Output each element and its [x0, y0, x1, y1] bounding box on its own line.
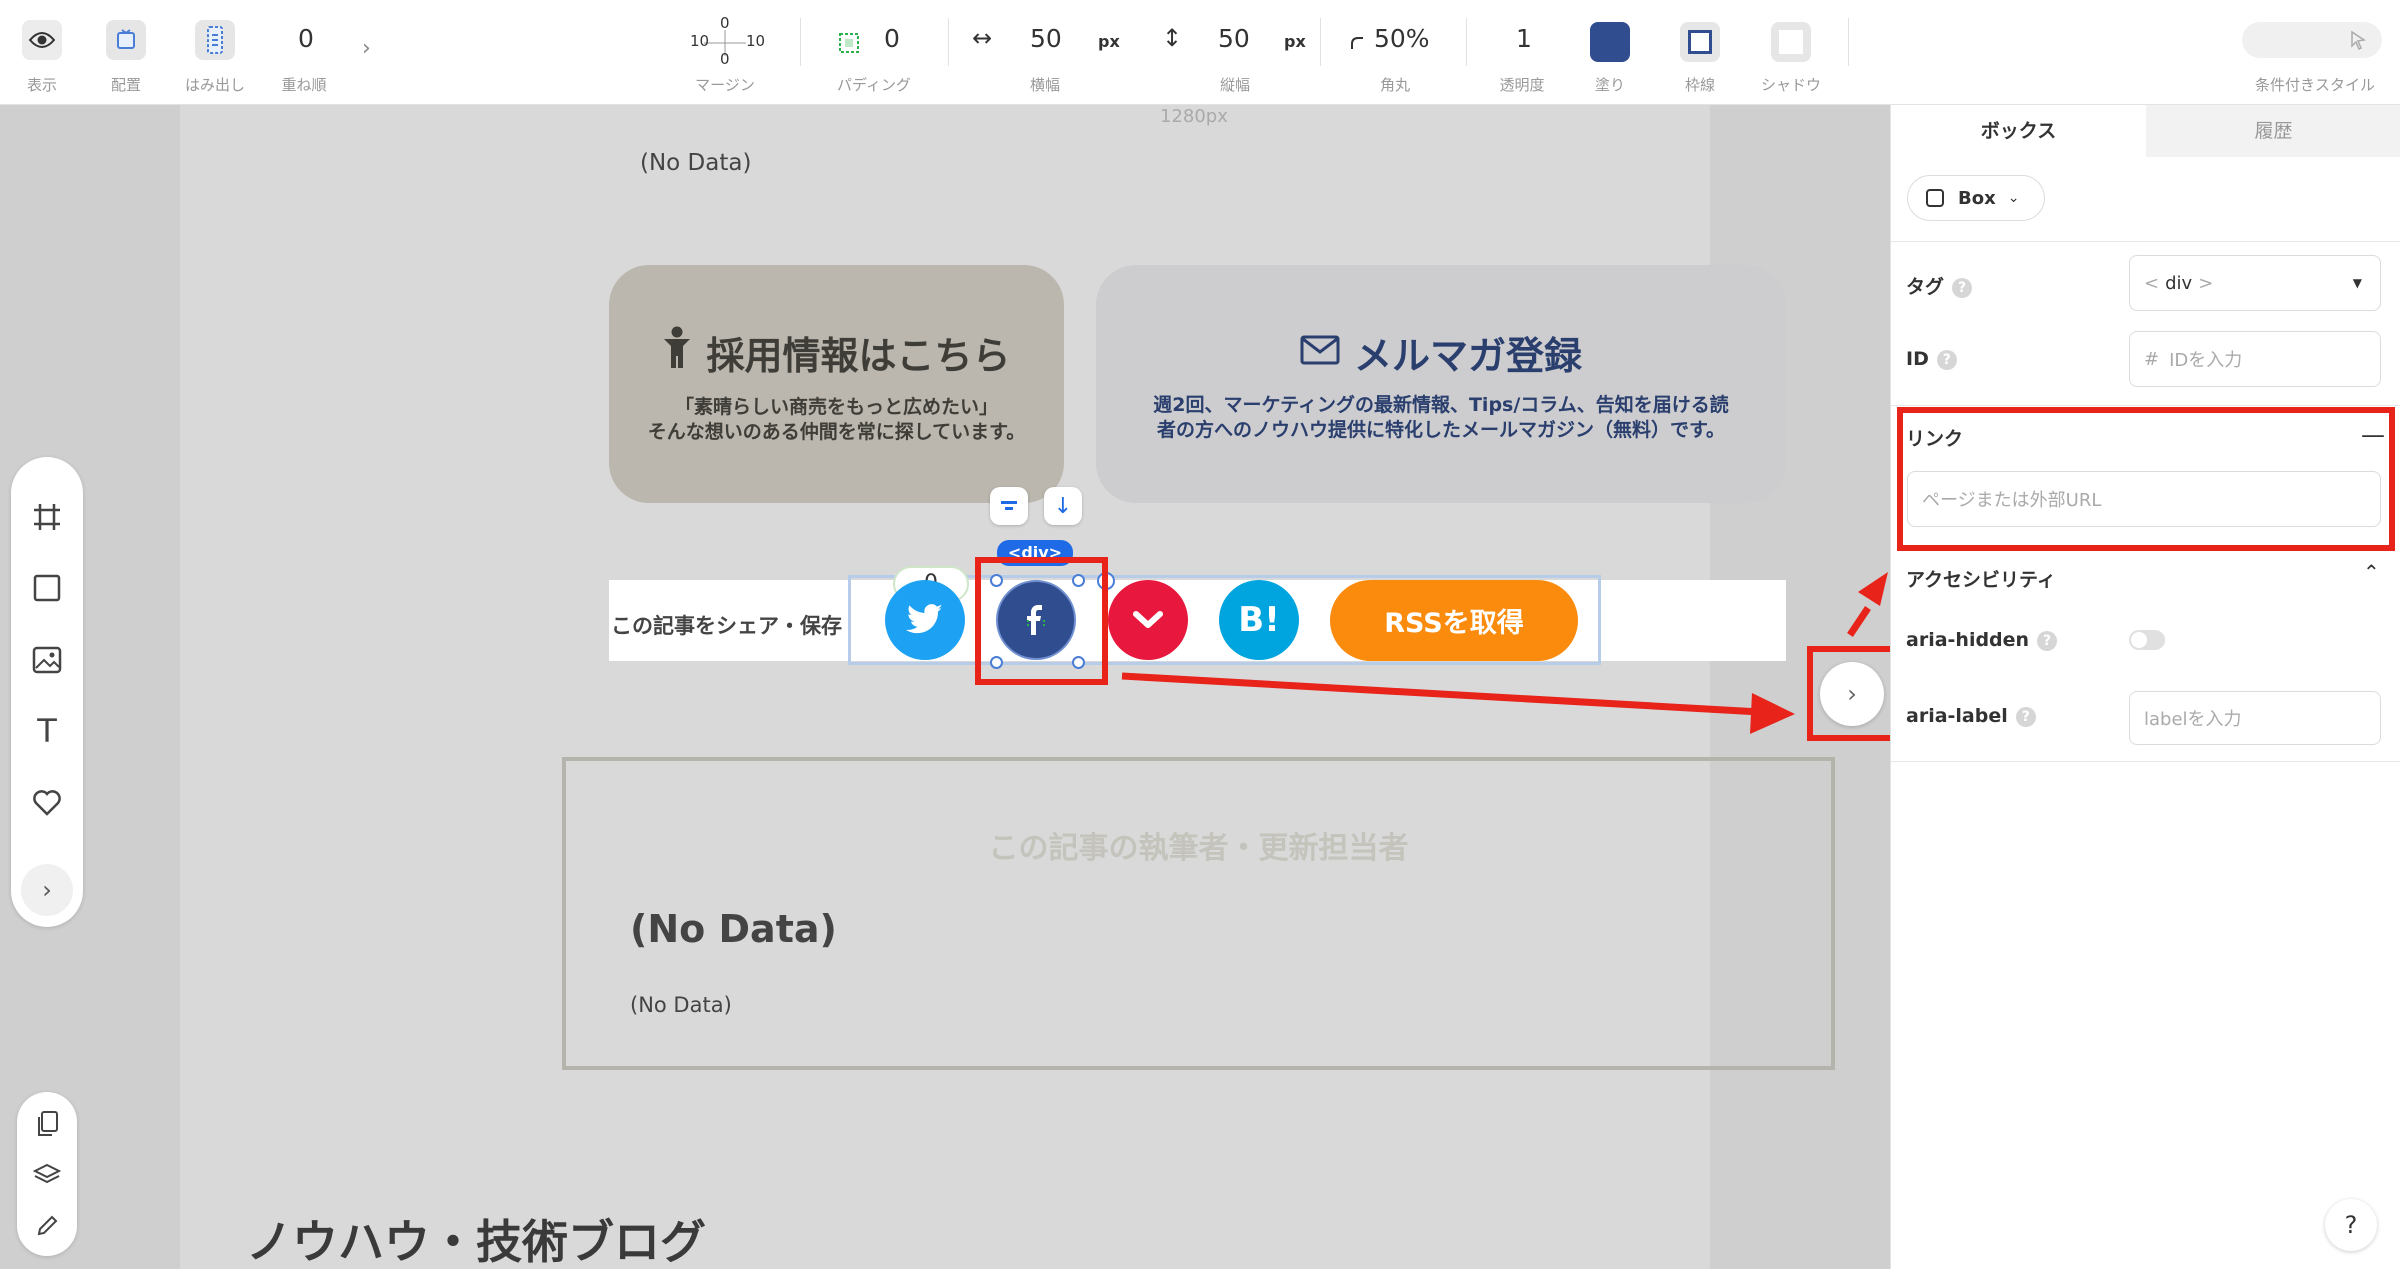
aria-hidden-toggle[interactable]: [2129, 630, 2165, 650]
expand-tools-button[interactable]: ›: [21, 864, 73, 916]
help-icon[interactable]: ?: [2015, 706, 2036, 727]
tab-history[interactable]: 履歴: [2146, 105, 2400, 157]
chevron-down-icon: ⌄: [2007, 190, 2020, 206]
blog-heading: ノウハウ・技術ブログ: [246, 1215, 706, 1269]
tab-box[interactable]: ボックス: [1891, 105, 2146, 157]
tag-field-label: タグ?: [1906, 272, 1973, 299]
hash-icon: #: [2144, 348, 2160, 370]
highlight-link-section: [1897, 407, 2395, 551]
id-input[interactable]: # IDを入力: [2129, 331, 2381, 387]
author-text: (No Data): [630, 993, 732, 1017]
chevron-up-icon[interactable]: ⌃: [2363, 560, 2380, 584]
component-type-label: Box: [1958, 187, 1996, 209]
heart-icon[interactable]: [27, 782, 67, 822]
caret-down-icon: ▼: [2352, 276, 2362, 290]
text-icon[interactable]: T: [27, 711, 67, 751]
left-secondary-tools: [17, 1092, 77, 1256]
chevron-right-icon: ›: [42, 876, 52, 904]
image-icon[interactable]: [27, 640, 67, 680]
checkbox-icon: [1926, 189, 1944, 207]
frame-icon[interactable]: [27, 497, 67, 537]
aria-hidden-label: aria-hidden?: [1906, 629, 2058, 651]
component-type-select[interactable]: Box ⌄: [1907, 175, 2045, 221]
accessibility-section-label: アクセシビリティ: [1906, 569, 2056, 591]
pencil-icon[interactable]: [27, 1206, 67, 1246]
left-tool-palette: T ›: [11, 457, 83, 927]
rectangle-icon[interactable]: [27, 568, 67, 608]
aria-label-label: aria-label?: [1906, 705, 2036, 727]
author-name: (No Data): [630, 907, 837, 951]
help-icon[interactable]: ?: [1936, 349, 1957, 370]
aria-label-input[interactable]: labelを入力: [2129, 691, 2381, 745]
tag-select[interactable]: < div > ▼: [2129, 255, 2381, 311]
help-icon[interactable]: ?: [1952, 277, 1973, 298]
id-field-label: ID?: [1906, 348, 1957, 370]
help-button[interactable]: ?: [2325, 1199, 2377, 1251]
author-heading: この記事の執筆者・更新担当者: [988, 831, 1409, 866]
author-box[interactable]: この記事の執筆者・更新担当者 (No Data) (No Data): [562, 757, 1835, 1070]
properties-panel: ボックス 履歴 Box ⌄ タグ? < div > ▼ ID? # IDを入力 リンク…: [1890, 105, 2400, 1269]
help-icon[interactable]: ?: [2037, 630, 2058, 651]
copy-icon[interactable]: [27, 1104, 67, 1144]
layers-icon[interactable]: [27, 1155, 67, 1195]
